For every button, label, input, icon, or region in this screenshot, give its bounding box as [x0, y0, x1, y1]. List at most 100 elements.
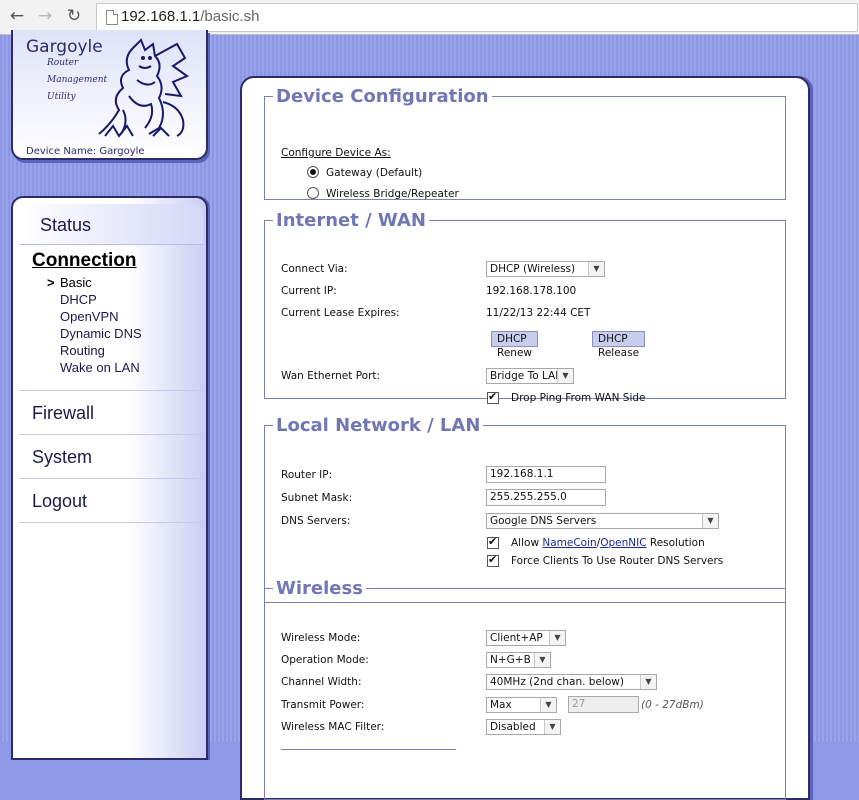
allow-suffix: Resolution [646, 537, 705, 549]
current-ip-value: 192.168.178.100 [486, 285, 577, 297]
chevron-down-icon: ▼ [549, 631, 565, 645]
nav-divider [19, 434, 203, 435]
mac-filter-label: Wireless MAC Filter: [281, 721, 385, 733]
nav-divider [19, 522, 203, 523]
lease-expires-value: 11/22/13 22:44 CET [486, 307, 591, 319]
channel-width-value: 40MHz (2nd chan. below) [490, 676, 624, 688]
nav-divider [19, 390, 203, 391]
chevron-down-icon: ▼ [557, 369, 573, 383]
chevron-down-icon: ▼ [540, 698, 556, 712]
router-ip-label: Router IP: [281, 469, 333, 481]
nav-item-system[interactable]: System [32, 447, 92, 468]
arrow-right-icon[interactable]: → [35, 6, 55, 26]
radio-gateway-label: Gateway (Default) [326, 167, 423, 179]
nav-subitem-openvpn[interactable]: OpenVPN [60, 309, 119, 324]
wan-section: Internet / WAN Connect Via: DHCP (Wirele… [264, 210, 786, 404]
nav-item-status[interactable]: Status [40, 215, 91, 236]
force-dns-checkbox[interactable] [487, 553, 499, 567]
arrow-left-icon[interactable]: ← [7, 6, 27, 26]
wan-eth-port-select[interactable]: Bridge To LAN ▼ [486, 368, 574, 384]
wireless-mode-value: Client+AP [490, 632, 543, 644]
operation-mode-label: Operation Mode: [281, 654, 369, 666]
section-title-wireless: Wireless [276, 578, 363, 599]
logo-panel: Gargoyle Router Management Utility Devic… [11, 30, 208, 163]
lease-expires-label: Current Lease Expires: [281, 307, 400, 319]
device-config-section: Device Configuration Configure Device As… [264, 86, 786, 200]
section-title-lan: Local Network / LAN [276, 415, 481, 436]
content-panel: Device Configuration Configure Device As… [240, 76, 810, 800]
page-background: Gargoyle Router Management Utility Devic… [0, 30, 859, 800]
connect-via-label: Connect Via: [281, 263, 348, 275]
chevron-down-icon: ▼ [534, 653, 550, 667]
drop-ping-checkbox[interactable] [487, 390, 499, 404]
section-title-device-config: Device Configuration [276, 86, 489, 107]
device-name-label: Device Name: Gargoyle [26, 146, 145, 157]
dns-servers-select[interactable]: Google DNS Servers ▼ [486, 513, 719, 529]
address-bar[interactable]: 192.168.1.1/basic.sh [96, 3, 858, 32]
subnet-mask-input[interactable]: 255.255.255.0 [486, 489, 606, 506]
transmit-power-label: Transmit Power: [281, 699, 365, 711]
url-text: 192.168.1.1/basic.sh [121, 8, 259, 25]
nav-divider [19, 478, 203, 479]
section-divider [281, 749, 456, 750]
wireless-section: Wireless Wireless Mode: Client+AP ▼ Opera… [264, 578, 786, 800]
logo-subtitle-router: Router [47, 58, 79, 68]
current-ip-label: Current IP: [281, 285, 337, 297]
mac-filter-select[interactable]: Disabled ▼ [486, 719, 561, 735]
nav-subitem-dhcp[interactable]: DHCP [60, 292, 97, 307]
transmit-power-value: Max [490, 699, 512, 711]
subnet-mask-label: Subnet Mask: [281, 492, 353, 504]
nav-subitem-routing[interactable]: Routing [60, 343, 105, 358]
radio-bridge[interactable] [307, 187, 319, 199]
logo-subtitle-utility: Utility [47, 92, 76, 102]
configure-as-label: Configure Device As: [281, 147, 391, 159]
transmit-power-input[interactable]: 27 [568, 696, 639, 713]
logo-title: Gargoyle [26, 37, 103, 57]
transmit-power-range: (0 - 27dBm) [641, 699, 704, 711]
nav-subitem-wake-on-lan[interactable]: Wake on LAN [60, 360, 140, 375]
url-path: /basic.sh [200, 8, 260, 25]
dhcp-renew-button[interactable]: DHCP Renew [491, 331, 538, 359]
nav-item-logout[interactable]: Logout [32, 491, 87, 512]
allow-namecoin-label: Allow NameCoin/OpenNIC Resolution [511, 537, 705, 549]
url-host: 192.168.1.1 [121, 8, 201, 25]
wan-eth-port-label: Wan Ethernet Port: [281, 370, 381, 382]
dns-servers-label: DNS Servers: [281, 515, 351, 527]
wan-eth-port-value: Bridge To LAN [490, 370, 564, 382]
operation-mode-value: N+G+B [490, 654, 531, 666]
connect-via-select[interactable]: DHCP (Wireless) ▼ [486, 261, 605, 277]
reload-icon[interactable]: ↻ [64, 6, 84, 26]
nav-status-box[interactable]: Status [19, 204, 203, 245]
gargoyle-logo-icon [98, 38, 190, 138]
nav-subitem-basic[interactable]: Basic [60, 275, 92, 290]
router-ip-input[interactable]: 192.168.1.1 [486, 466, 606, 483]
chevron-down-icon: ▼ [640, 675, 656, 689]
wireless-mode-label: Wireless Mode: [281, 632, 361, 644]
dns-servers-value: Google DNS Servers [490, 515, 597, 527]
allow-prefix: Allow [511, 537, 543, 549]
transmit-power-select[interactable]: Max ▼ [486, 697, 557, 713]
namecoin-link[interactable]: NameCoin [542, 537, 596, 549]
dhcp-release-button[interactable]: DHCP Release [592, 331, 646, 359]
radio-bridge-label: Wireless Bridge/Repeater [326, 188, 459, 200]
chevron-down-icon: ▼ [702, 514, 718, 528]
mac-filter-value: Disabled [490, 721, 536, 733]
chevron-down-icon: ▼ [544, 720, 560, 734]
channel-width-label: Channel Width: [281, 676, 362, 688]
lan-section: Local Network / LAN Router IP: 192.168.1… [264, 415, 786, 603]
wireless-mode-select[interactable]: Client+AP ▼ [486, 630, 566, 646]
force-dns-label: Force Clients To Use Router DNS Servers [511, 555, 724, 567]
nav-subitem-dynamic-dns[interactable]: Dynamic DNS [60, 326, 142, 341]
radio-gateway[interactable] [307, 166, 319, 178]
chevron-down-icon: ▼ [588, 262, 604, 276]
sidebar-nav: Status Connection > Basic DHCP OpenVPN D… [11, 196, 208, 760]
allow-namecoin-checkbox[interactable] [487, 535, 499, 549]
opennic-link[interactable]: OpenNIC [600, 537, 646, 549]
nav-item-connection[interactable]: Connection [32, 250, 137, 272]
channel-width-select[interactable]: 40MHz (2nd chan. below) ▼ [486, 674, 657, 690]
nav-item-firewall[interactable]: Firewall [32, 403, 94, 424]
operation-mode-select[interactable]: N+G+B ▼ [486, 652, 551, 668]
nav-active-marker: > [47, 275, 55, 290]
drop-ping-label: Drop Ping From WAN Side [511, 392, 646, 404]
page-icon [106, 10, 118, 25]
